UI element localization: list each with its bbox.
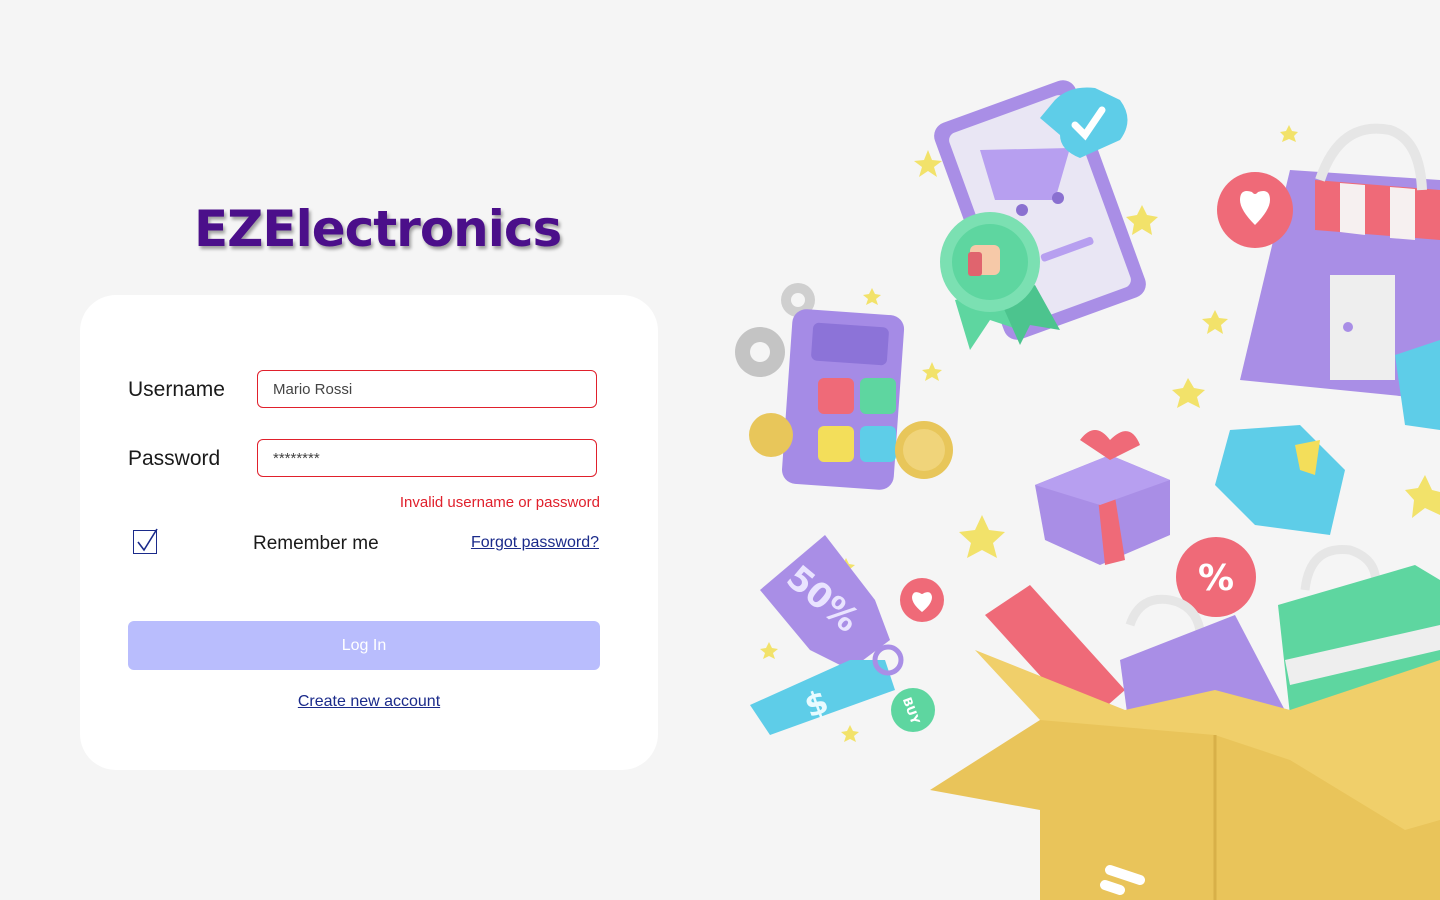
- shopping-illustration: % 50% $ BUY: [735, 80, 1440, 900]
- discount-percent-text: %: [1198, 558, 1234, 599]
- remember-me-label[interactable]: Remember me: [253, 533, 379, 555]
- package-icon: [1215, 425, 1345, 535]
- check-icon: [137, 528, 158, 552]
- login-card: Username Password Invalid username or pa…: [80, 295, 658, 770]
- error-message: Invalid username or password: [399, 494, 600, 511]
- basket-icon: [1395, 340, 1440, 430]
- price-tag-dollar-icon: $: [750, 644, 904, 735]
- buy-badge-icon: BUY: [891, 688, 935, 732]
- login-button[interactable]: Log In: [128, 621, 600, 670]
- password-input[interactable]: [257, 439, 597, 477]
- remember-me-checkbox[interactable]: [133, 528, 158, 554]
- gift-icon: [1035, 430, 1170, 565]
- price-tag-50-icon: 50%: [760, 535, 890, 670]
- app-logo: EZElectronics: [194, 200, 562, 258]
- password-label: Password: [128, 447, 221, 470]
- forgot-password-link[interactable]: Forgot password?: [471, 534, 599, 552]
- create-account-link[interactable]: Create new account: [80, 693, 658, 711]
- username-input[interactable]: [257, 370, 597, 408]
- calculator-icon: [782, 309, 905, 490]
- username-label: Username: [128, 378, 225, 401]
